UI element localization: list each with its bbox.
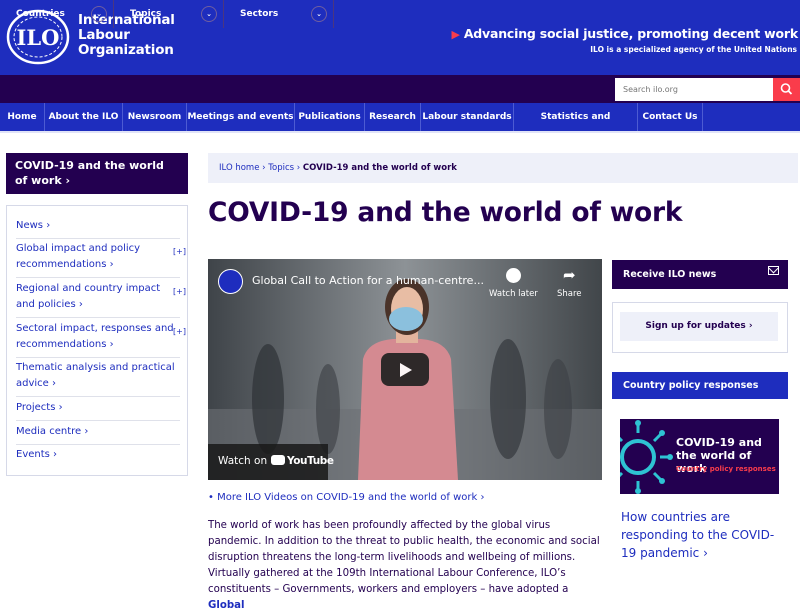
- chevron-down-icon: ⌄: [311, 6, 327, 22]
- divider: [16, 420, 180, 421]
- dropdown-label: Countries: [16, 9, 65, 19]
- sidebar-item-news[interactable]: News ›: [16, 218, 180, 234]
- nav-research[interactable]: Research: [365, 103, 421, 131]
- nav-divider: [0, 131, 800, 133]
- receive-news-header: Receive ILO news: [612, 260, 788, 289]
- breadcrumb: ILO home › Topics › COVID-19 and the wor…: [208, 153, 798, 183]
- breadcrumb-separator: ›: [262, 163, 266, 173]
- countries-dropdown[interactable]: Countries ⌄: [0, 0, 114, 28]
- intro-paragraph-2: Virtually gathered at the 109th Internat…: [208, 566, 600, 614]
- tagline: ▶ Advancing social justice, promoting dec…: [451, 26, 799, 41]
- tagline-text: Advancing social justice, promoting dece…: [463, 26, 798, 41]
- topics-dropdown[interactable]: Topics ⌄: [114, 0, 224, 28]
- image-subtitle: Country policy responses: [676, 465, 776, 473]
- nav-newsroom[interactable]: Newsroom: [123, 103, 187, 131]
- sectors-dropdown[interactable]: Sectors ⌄: [224, 0, 334, 28]
- signup-button[interactable]: Sign up for updates ›: [620, 312, 778, 341]
- search-icon: [780, 83, 793, 95]
- sidebar-item-events[interactable]: Events ›: [16, 447, 180, 463]
- bullet-icon: •: [208, 492, 218, 503]
- chevron-down-icon: ⌄: [91, 6, 107, 22]
- sidebar-menu: News › Global impact and policy recommen…: [6, 205, 188, 476]
- expand-icon[interactable]: [+]: [173, 287, 186, 296]
- watch-on-label: Watch on: [218, 455, 268, 467]
- play-arrow-icon: ▶: [451, 28, 460, 41]
- intro-paragraph-text: Virtually gathered at the 109th Internat…: [208, 568, 569, 595]
- subtagline: ILO is a specialized agency of the Unite…: [590, 45, 797, 54]
- country-policy-image[interactable]: COVID-19 and the world of work Country p…: [620, 419, 779, 494]
- more-videos-text: More ILO Videos on COVID-19 and the worl…: [217, 492, 485, 503]
- divider: [16, 444, 180, 445]
- expand-icon[interactable]: [+]: [173, 247, 186, 256]
- nav-publications[interactable]: Publications: [295, 103, 365, 131]
- signup-label: Sign up for updates: [645, 321, 746, 331]
- org-name-line: Labour: [78, 27, 130, 43]
- nav-home[interactable]: Home: [0, 103, 45, 131]
- country-responses-link[interactable]: How countries are responding to the COVI…: [621, 508, 789, 562]
- chevron-down-icon: ⌄: [201, 6, 217, 22]
- video-player[interactable]: Global Call to Action for a human-centre…: [208, 259, 602, 480]
- sidebar-item-thematic-analysis[interactable]: Thematic analysis and practical advice ›: [16, 360, 180, 392]
- nav-labour-standards[interactable]: Labour standards: [421, 103, 514, 131]
- share-icon[interactable]: ➦: [563, 266, 576, 284]
- search-input[interactable]: [615, 78, 773, 101]
- intro-text: The world of work has been profoundly af…: [208, 518, 600, 614]
- nav-about[interactable]: About the ILO: [45, 103, 123, 131]
- country-policy-header: Country policy responses: [612, 372, 788, 399]
- video-title[interactable]: Global Call to Action for a human-centre…: [252, 274, 484, 287]
- ilo-channel-icon[interactable]: [218, 269, 243, 294]
- breadcrumb-home[interactable]: ILO home: [219, 163, 259, 173]
- share-button[interactable]: Share: [557, 289, 582, 299]
- breadcrumb-separator: ›: [296, 163, 301, 173]
- ilo-logo-text: ILO: [17, 25, 60, 50]
- chevron-right-icon: ›: [748, 321, 753, 331]
- dropdown-label: Sectors: [240, 9, 279, 19]
- sidebar-item-global-impact[interactable]: Global impact and policy recommendations…: [16, 241, 180, 273]
- more-videos-link[interactable]: • More ILO Videos on COVID-19 and the wo…: [208, 492, 484, 503]
- org-name-line: Organization: [78, 42, 174, 58]
- page-title: COVID-19 and the world of work: [208, 197, 683, 228]
- nav-statistics[interactable]: Statistics and databases: [514, 103, 638, 150]
- youtube-icon: [271, 455, 285, 465]
- mail-icon: [768, 266, 779, 275]
- sidebar-item-regional-impact[interactable]: Regional and country impact and policies…: [16, 281, 180, 313]
- youtube-label: YouTube: [287, 455, 334, 467]
- dropdown-label: Topics: [130, 9, 162, 19]
- divider: [16, 317, 180, 318]
- divider: [16, 238, 180, 239]
- sidebar-item-sectoral-impact[interactable]: Sectoral impact, responses and recommend…: [16, 321, 180, 353]
- play-button[interactable]: [381, 353, 429, 386]
- divider: [16, 277, 180, 278]
- sidebar-item-media-centre[interactable]: Media centre ›: [16, 424, 180, 440]
- sidebar-title[interactable]: COVID-19 and the world of work ›: [6, 153, 188, 194]
- sidebar-item-projects[interactable]: Projects ›: [16, 400, 180, 416]
- breadcrumb-topics[interactable]: Topics: [268, 163, 294, 173]
- search-button[interactable]: [773, 78, 800, 101]
- divider: [16, 396, 180, 397]
- nav-contact[interactable]: Contact Us: [638, 103, 703, 131]
- expand-icon[interactable]: [+]: [173, 327, 186, 336]
- breadcrumb-current: COVID-19 and the world of work: [302, 163, 457, 173]
- divider: [16, 357, 180, 358]
- nav-meetings[interactable]: Meetings and events: [187, 103, 295, 131]
- intro-paragraph: The world of work has been profoundly af…: [208, 520, 600, 563]
- watch-later-button[interactable]: Watch later: [489, 289, 538, 299]
- global-link[interactable]: Global: [208, 600, 245, 611]
- clock-icon[interactable]: [506, 268, 521, 283]
